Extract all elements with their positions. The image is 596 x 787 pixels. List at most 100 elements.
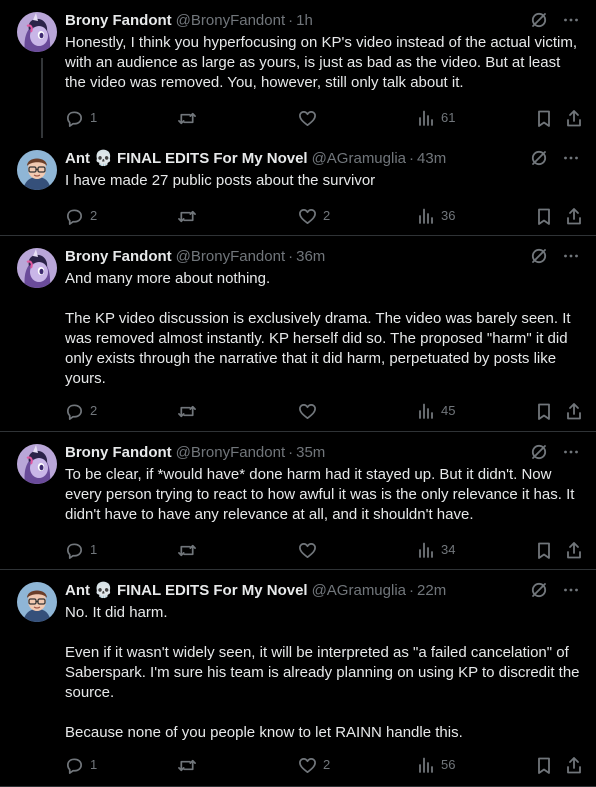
repost-button[interactable] bbox=[177, 109, 203, 128]
grok-icon[interactable] bbox=[530, 581, 548, 605]
post-timestamp[interactable]: 36m bbox=[296, 247, 325, 267]
user-handle[interactable]: @BronyFandont bbox=[176, 443, 285, 463]
post-timestamp[interactable]: 43m bbox=[417, 149, 446, 169]
repost-button[interactable] bbox=[177, 756, 203, 775]
action-bar: 1 34 bbox=[65, 540, 586, 560]
like-button[interactable]: 2 bbox=[298, 206, 330, 226]
reply-button[interactable]: 1 bbox=[65, 108, 97, 128]
user-handle[interactable]: @AGramuglia bbox=[312, 149, 406, 169]
reply-button[interactable]: 2 bbox=[65, 401, 97, 421]
display-name[interactable]: Brony Fandont bbox=[65, 11, 172, 31]
share-button[interactable] bbox=[565, 109, 583, 128]
user-handle[interactable]: @BronyFandont bbox=[176, 11, 285, 31]
more-icon[interactable] bbox=[562, 443, 580, 467]
reply-count: 2 bbox=[90, 403, 98, 418]
more-icon[interactable] bbox=[562, 247, 580, 271]
grok-icon[interactable] bbox=[530, 149, 548, 173]
more-icon[interactable] bbox=[562, 581, 580, 605]
views-count: 45 bbox=[441, 403, 456, 418]
post-header: Brony Fandont @BronyFandont · 1h bbox=[65, 11, 580, 31]
repost-button[interactable] bbox=[177, 541, 203, 560]
display-name[interactable]: Ant 💀 FINAL EDITS For My Novel bbox=[65, 581, 308, 601]
avatar[interactable] bbox=[17, 582, 57, 622]
like-icon bbox=[298, 402, 317, 421]
like-button[interactable] bbox=[298, 402, 323, 421]
views-count: 56 bbox=[441, 757, 456, 772]
reply-icon bbox=[65, 109, 84, 128]
action-bar: 2 45 bbox=[65, 401, 586, 421]
like-button[interactable]: 2 bbox=[298, 755, 330, 775]
reply-icon bbox=[65, 541, 84, 560]
display-name[interactable]: Brony Fandont bbox=[65, 443, 172, 463]
bookmark-button[interactable] bbox=[535, 402, 553, 421]
reply-icon bbox=[65, 756, 84, 775]
reply-count: 1 bbox=[90, 110, 98, 125]
like-count: 2 bbox=[323, 208, 331, 223]
share-icon bbox=[565, 207, 583, 226]
share-button[interactable] bbox=[565, 402, 583, 421]
views-count: 36 bbox=[441, 208, 456, 223]
grok-icon[interactable] bbox=[530, 443, 548, 467]
repost-icon bbox=[177, 207, 197, 226]
user-handle[interactable]: @BronyFandont bbox=[176, 247, 285, 267]
repost-icon bbox=[177, 109, 197, 128]
grok-icon[interactable] bbox=[530, 11, 548, 35]
views-icon bbox=[417, 541, 435, 559]
avatar[interactable] bbox=[17, 444, 57, 484]
like-count: 2 bbox=[323, 757, 331, 772]
separator-dot: · bbox=[288, 248, 294, 265]
bookmark-button[interactable] bbox=[535, 109, 553, 128]
display-name[interactable]: Brony Fandont bbox=[65, 247, 172, 267]
bookmark-icon bbox=[535, 207, 553, 226]
views-button[interactable]: 56 bbox=[417, 755, 455, 775]
views-icon bbox=[417, 109, 435, 127]
bookmark-icon bbox=[535, 541, 553, 560]
avatar[interactable] bbox=[17, 12, 57, 52]
separator-dot: · bbox=[288, 12, 294, 29]
views-icon bbox=[417, 207, 435, 225]
share-button[interactable] bbox=[565, 541, 583, 560]
grok-icon[interactable] bbox=[530, 247, 548, 271]
views-count: 34 bbox=[441, 542, 456, 557]
post[interactable]: Brony Fandont @BronyFandont · 36m And ma… bbox=[0, 236, 596, 432]
post-header: Ant 💀 FINAL EDITS For My Novel @AGramugl… bbox=[65, 581, 580, 601]
post-text: Honestly, I think you hyperfocusing on K… bbox=[65, 34, 582, 91]
repost-button[interactable] bbox=[177, 207, 203, 226]
bookmark-button[interactable] bbox=[535, 541, 553, 560]
bookmark-button[interactable] bbox=[535, 756, 553, 775]
user-handle[interactable]: @AGramuglia bbox=[312, 581, 406, 601]
post[interactable]: Brony Fandont @BronyFandont · 1h Honestl… bbox=[0, 0, 596, 138]
reply-button[interactable]: 1 bbox=[65, 755, 97, 775]
post-header: Ant 💀 FINAL EDITS For My Novel @AGramugl… bbox=[65, 149, 580, 169]
views-button[interactable]: 45 bbox=[417, 401, 455, 421]
views-button[interactable]: 36 bbox=[417, 206, 455, 226]
post[interactable]: Ant 💀 FINAL EDITS For My Novel @AGramugl… bbox=[0, 570, 596, 787]
reply-button[interactable]: 1 bbox=[65, 540, 97, 560]
post-text: And many more about nothing. The KP vide… bbox=[65, 270, 571, 387]
post-timestamp[interactable]: 1h bbox=[296, 11, 313, 31]
views-icon bbox=[417, 402, 435, 420]
views-button[interactable]: 61 bbox=[417, 108, 455, 128]
post-timestamp[interactable]: 22m bbox=[417, 581, 446, 601]
post[interactable]: Brony Fandont @BronyFandont · 35m To be … bbox=[0, 432, 596, 570]
bookmark-icon bbox=[535, 109, 553, 128]
post-header: Brony Fandont @BronyFandont · 35m bbox=[65, 443, 580, 463]
reply-button[interactable]: 2 bbox=[65, 206, 97, 226]
more-icon[interactable] bbox=[562, 149, 580, 173]
post-timestamp[interactable]: 35m bbox=[296, 443, 325, 463]
share-button[interactable] bbox=[565, 756, 583, 775]
avatar[interactable] bbox=[17, 248, 57, 288]
views-button[interactable]: 34 bbox=[417, 540, 455, 560]
like-button[interactable] bbox=[298, 541, 323, 560]
avatar[interactable] bbox=[17, 150, 57, 190]
like-button[interactable] bbox=[298, 109, 323, 128]
display-name[interactable]: Ant 💀 FINAL EDITS For My Novel bbox=[65, 149, 308, 169]
bookmark-button[interactable] bbox=[535, 207, 553, 226]
share-icon bbox=[565, 756, 583, 775]
repost-button[interactable] bbox=[177, 402, 203, 421]
share-button[interactable] bbox=[565, 207, 583, 226]
share-icon bbox=[565, 402, 583, 421]
post[interactable]: Ant 💀 FINAL EDITS For My Novel @AGramugl… bbox=[0, 138, 596, 236]
more-icon[interactable] bbox=[562, 11, 580, 35]
reply-icon bbox=[65, 402, 84, 421]
